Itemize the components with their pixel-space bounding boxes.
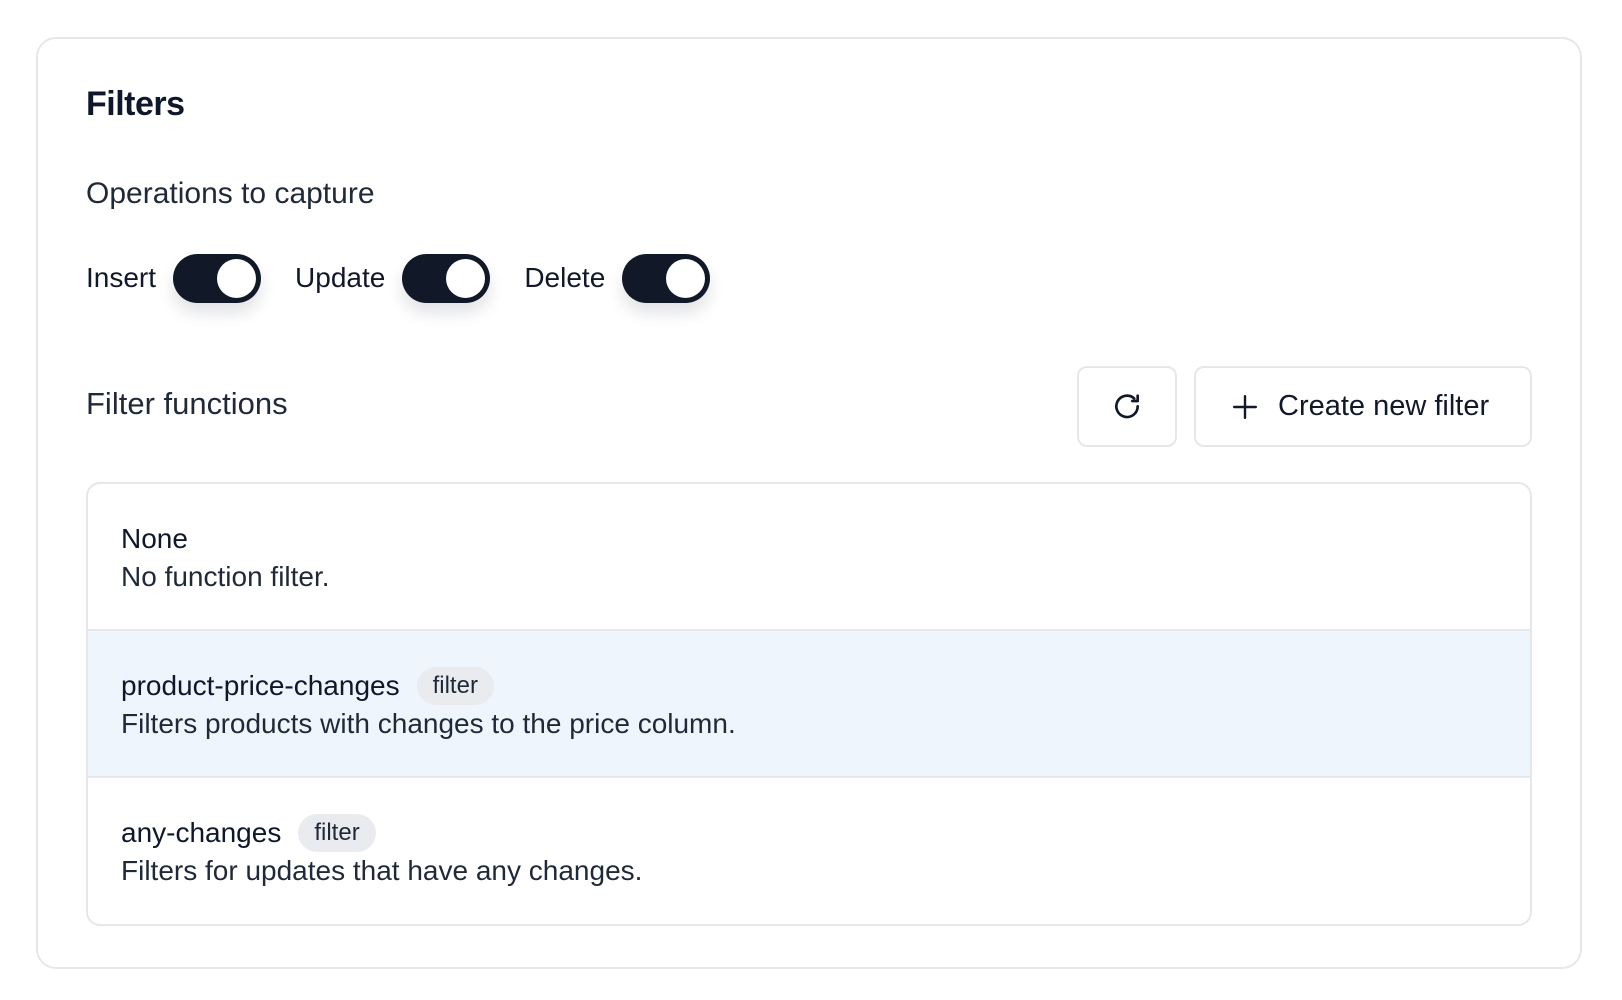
filters-card: Filters Operations to capture Insert Upd… (36, 37, 1582, 969)
plus-icon (1232, 394, 1258, 420)
create-new-filter-button[interactable]: Create new filter (1194, 366, 1532, 447)
filter-option-product-price-changes[interactable]: product-price-changes filter Filters pro… (88, 631, 1530, 778)
refresh-icon (1111, 391, 1143, 423)
operation-toggles: Insert Update Delete (86, 252, 744, 304)
filter-description: No function filter. (121, 561, 330, 592)
filter-functions-title: Filter functions (86, 386, 288, 421)
filter-name: any-changes (121, 817, 282, 848)
toggle-knob (217, 258, 257, 298)
delete-toggle-group: Delete (524, 253, 711, 303)
refresh-button[interactable] (1077, 366, 1177, 447)
filter-functions-header: Filter functions Create new filter (86, 366, 1532, 447)
update-toggle-label: Update (295, 262, 386, 293)
filter-name: None (121, 523, 188, 554)
filter-function-list: None No function filter. product-price-c… (86, 482, 1532, 926)
filter-type-badge: filter (416, 667, 494, 705)
filter-option-none[interactable]: None No function filter. (88, 484, 1530, 631)
filter-description: Filters products with changes to the pri… (121, 708, 736, 739)
filter-type-badge: filter (298, 814, 376, 852)
filter-option-any-changes[interactable]: any-changes filter Filters for updates t… (88, 778, 1530, 924)
insert-toggle-label: Insert (86, 262, 157, 293)
toggle-knob (666, 258, 706, 298)
page-title: Filters (86, 85, 185, 123)
filter-description: Filters for updates that have any change… (121, 855, 643, 886)
insert-toggle-group: Insert (86, 253, 262, 303)
update-toggle-group: Update (295, 253, 491, 303)
toggle-knob (446, 258, 486, 298)
filter-option-header: product-price-changes filter (121, 666, 1497, 706)
delete-toggle-label: Delete (524, 262, 606, 293)
filter-name: product-price-changes (121, 670, 400, 701)
operations-label: Operations to capture (86, 177, 375, 210)
filter-option-header: any-changes filter (121, 813, 1497, 853)
update-toggle[interactable] (402, 253, 491, 303)
insert-toggle[interactable] (173, 253, 262, 303)
filter-option-header: None (121, 519, 1497, 559)
create-new-filter-label: Create new filter (1278, 390, 1490, 422)
delete-toggle[interactable] (622, 253, 711, 303)
